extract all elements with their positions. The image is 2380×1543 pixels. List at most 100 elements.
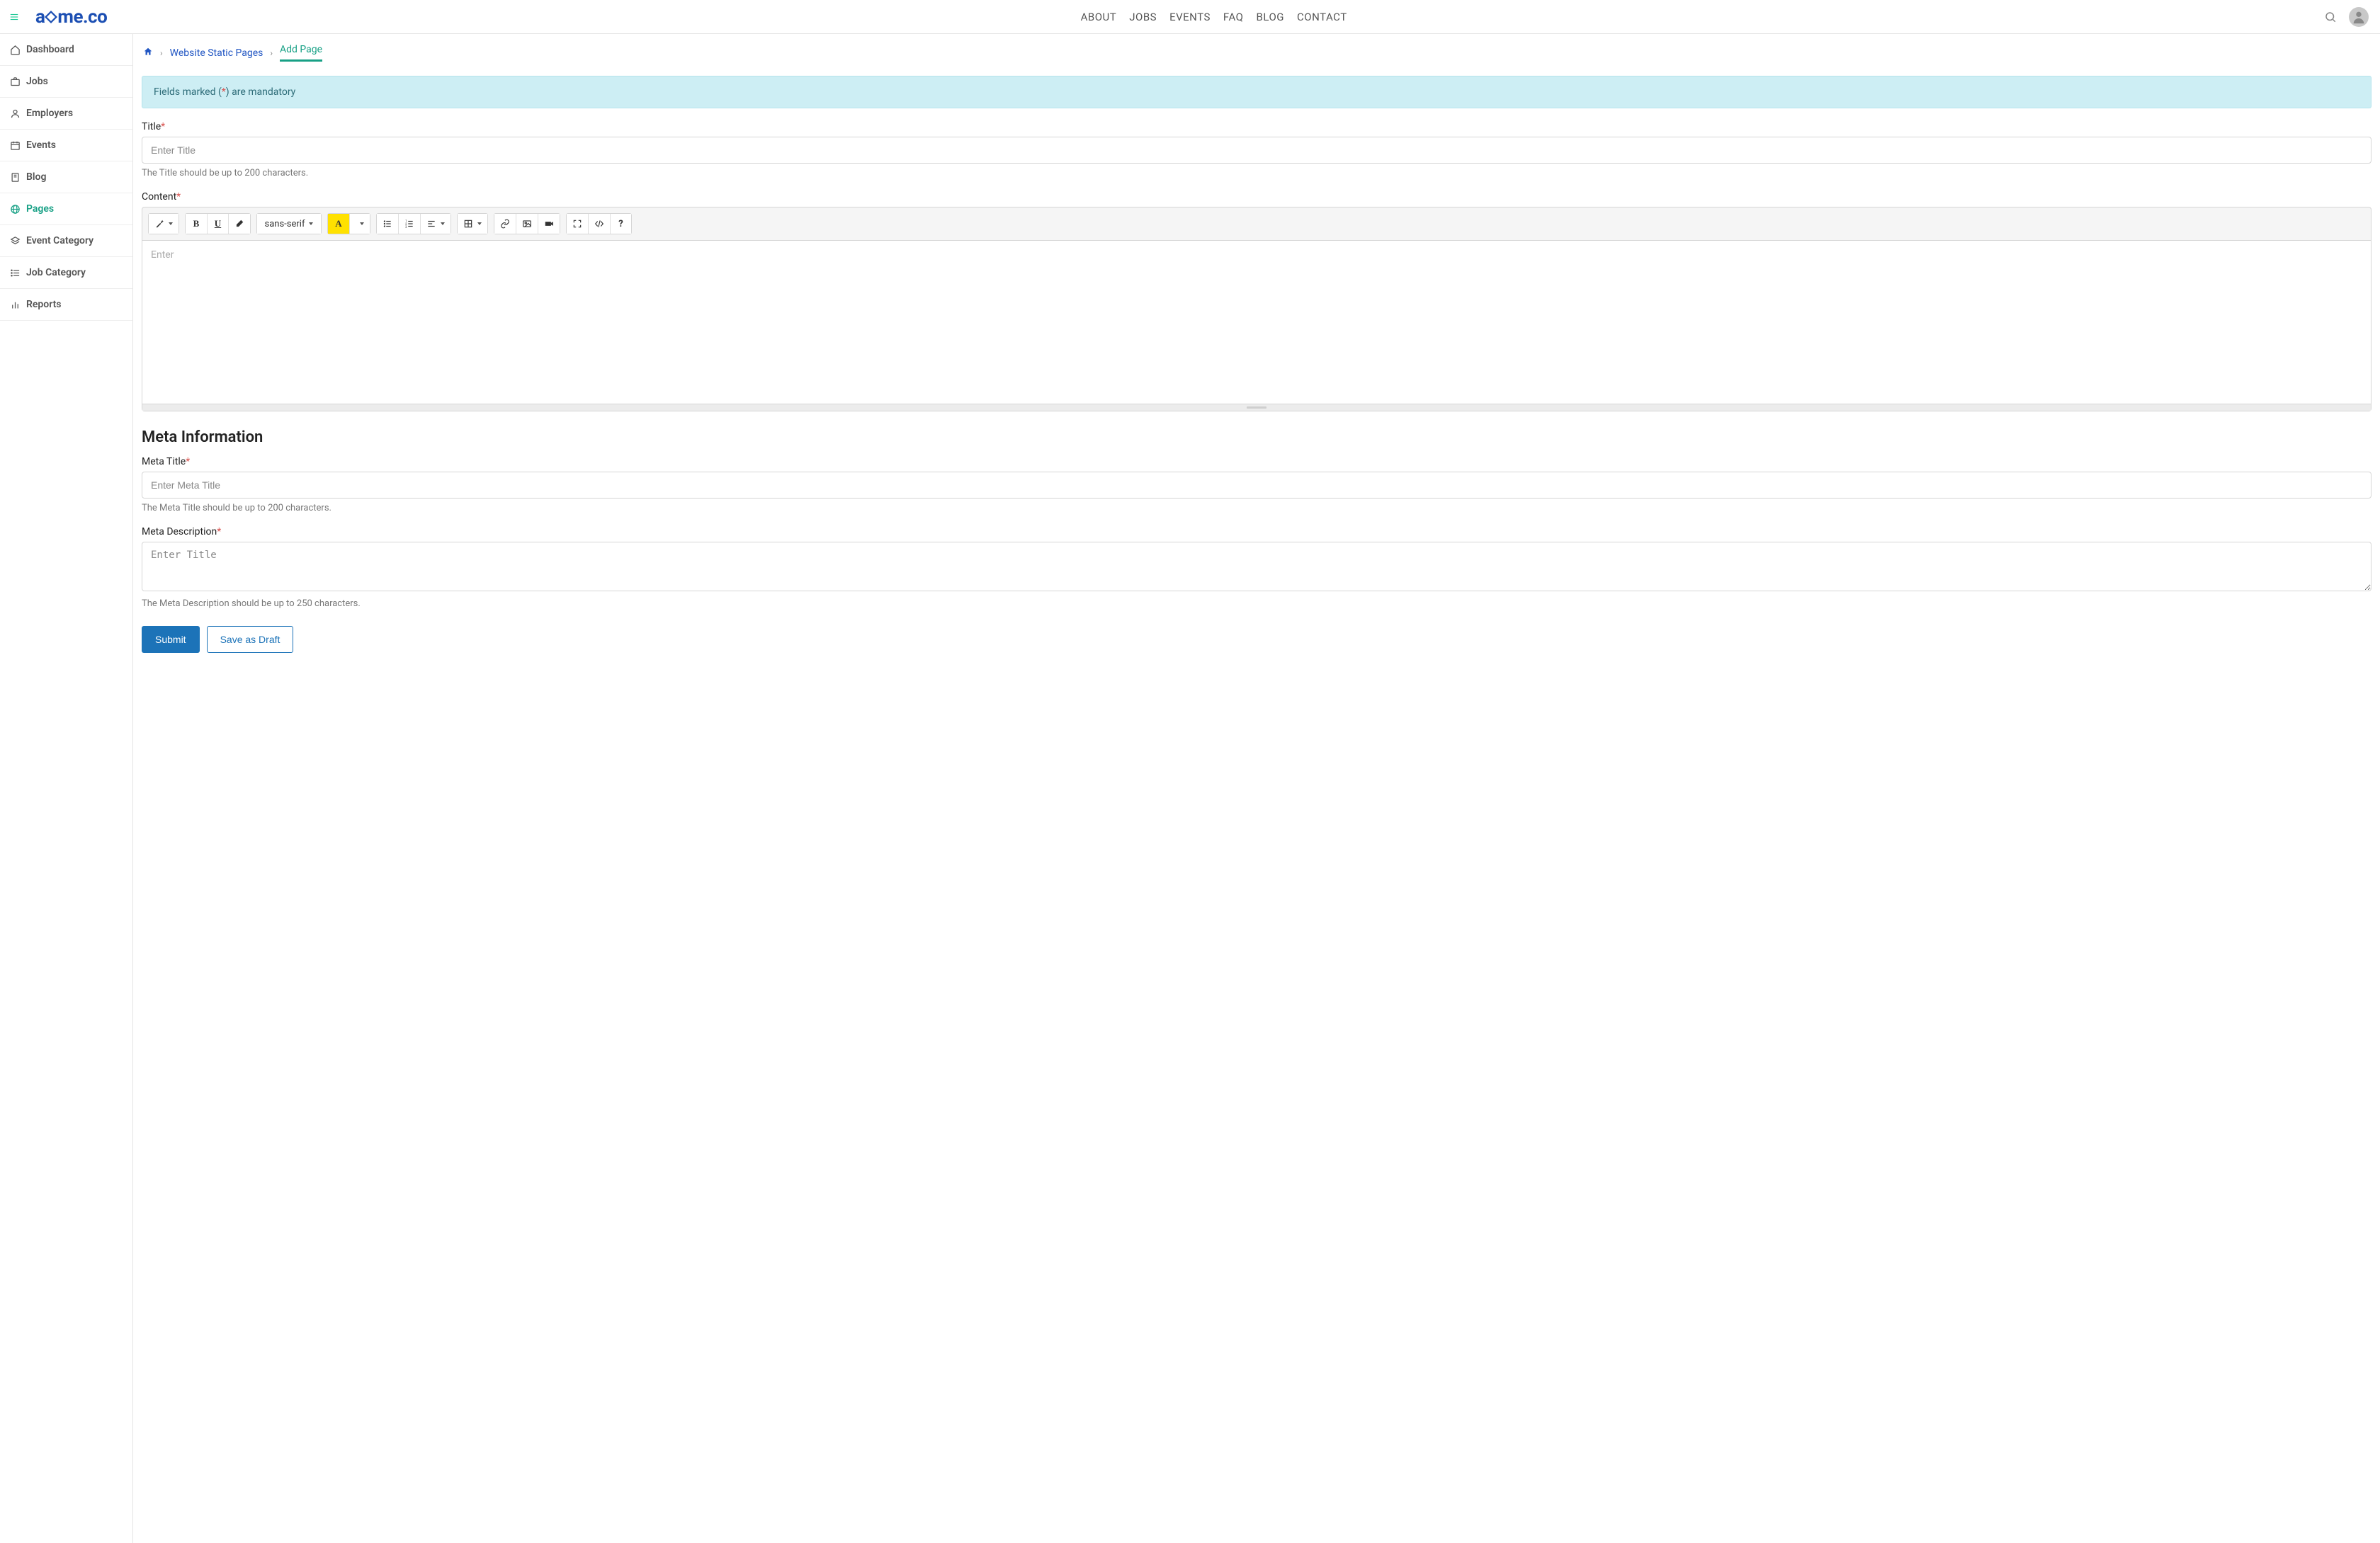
font-color-icon: A [335,218,341,229]
sidebar-item-label: Reports [26,299,62,310]
editor-style-button[interactable] [149,214,178,234]
title-input[interactable] [142,137,2372,164]
editor-link-button[interactable] [494,214,516,234]
required-star: * [186,456,190,467]
nav-events[interactable]: EVENTS [1169,11,1211,23]
required-star: * [176,191,181,203]
home-icon [143,47,153,57]
book-icon [10,172,21,183]
logo-text-left: a [35,6,45,28]
sidebar-item-employers[interactable]: Employers [0,98,132,130]
home-icon [10,45,21,55]
search-icon [2324,11,2337,23]
breadcrumb-link-static-pages[interactable]: Website Static Pages [170,47,264,59]
list-ol-icon: 123 [404,219,414,229]
meta-desc-label: Meta Description* [142,526,2372,537]
user-icon [2351,9,2367,25]
sidebar-item-jobs[interactable]: Jobs [0,66,132,98]
editor-codeview-button[interactable] [588,214,610,234]
chevron-right-icon: › [270,48,273,58]
help-icon: ? [618,219,623,229]
bar-chart-icon [10,300,21,310]
topbar-right [2320,7,2369,27]
hamburger-icon [9,12,19,22]
globe-icon [10,204,21,215]
action-buttons: Submit Save as Draft [142,626,2372,653]
nav-faq[interactable]: FAQ [1223,11,1244,23]
sidebar-item-dashboard[interactable]: Dashboard [0,34,132,66]
required-star: * [217,526,221,537]
content-group: Content* B U [142,191,2372,411]
alert-text-before: Fields marked ( [154,86,222,98]
sidebar-item-pages[interactable]: Pages [0,193,132,225]
editor-video-button[interactable] [538,214,560,234]
editor-body[interactable]: Enter [142,241,2371,404]
meta-title-help: The Meta Title should be up to 200 chara… [142,503,2372,513]
user-avatar[interactable] [2349,7,2369,27]
logo-text-right: me.co [57,6,107,28]
logo[interactable]: a me.co [28,6,107,28]
menu-toggle-button[interactable] [0,0,28,34]
required-star: * [161,121,165,132]
editor-underline-button[interactable]: U [207,214,228,234]
nav-contact[interactable]: CONTACT [1297,11,1347,23]
content-editor: B U sans-serif A [142,207,2372,411]
layers-icon [10,236,21,246]
search-button[interactable] [2320,7,2340,27]
sidebar-item-label: Job Category [26,267,86,278]
meta-title-label-text: Meta Title [142,456,186,467]
briefcase-icon [10,76,21,87]
editor-resize-handle[interactable] [142,404,2371,411]
topbar: a me.co ABOUT JOBS EVENTS FAQ BLOG CONTA… [0,0,2380,34]
meta-desc-help: The Meta Description should be up to 250… [142,598,2372,609]
breadcrumb: › Website Static Pages › Add Page [142,41,2372,66]
editor-font-color-caret[interactable] [349,214,370,234]
save-draft-button[interactable]: Save as Draft [207,626,294,653]
nav-jobs[interactable]: JOBS [1129,11,1157,23]
editor-help-button[interactable]: ? [610,214,631,234]
sidebar-item-label: Blog [26,171,46,183]
meta-title-group: Meta Title* The Meta Title should be up … [142,456,2372,513]
editor-font-select[interactable]: sans-serif [257,214,321,234]
calendar-icon [10,140,21,151]
sidebar-item-blog[interactable]: Blog [0,161,132,193]
editor-image-button[interactable] [516,214,538,234]
editor-clear-format-button[interactable] [228,214,250,234]
editor-toolbar: B U sans-serif A [142,207,2371,241]
content-label: Content* [142,191,2372,203]
video-icon [544,219,554,229]
meta-desc-input[interactable] [142,542,2372,591]
breadcrumb-home[interactable] [143,47,153,59]
editor-paragraph-button[interactable] [420,214,450,234]
alert-text-after: ) are mandatory [226,86,296,98]
underline-icon: U [215,218,221,229]
nav-blog[interactable]: BLOG [1257,11,1285,23]
editor-unordered-list-button[interactable] [377,214,398,234]
editor-bold-button[interactable]: B [186,214,207,234]
sidebar-item-reports[interactable]: Reports [0,289,132,321]
editor-font-color-button[interactable]: A [328,214,349,234]
meta-title-input[interactable] [142,472,2372,499]
logo-diamond-icon [44,10,58,24]
editor-table-button[interactable] [458,214,487,234]
submit-button[interactable]: Submit [142,626,200,653]
sidebar-item-label: Employers [26,108,73,119]
sidebar-item-events[interactable]: Events [0,130,132,161]
sidebar-item-job-category[interactable]: Job Category [0,257,132,289]
list-icon [10,268,21,278]
sidebar-item-label: Events [26,140,56,151]
table-icon [463,219,473,229]
sidebar-item-event-category[interactable]: Event Category [0,225,132,257]
list-ul-icon [382,219,392,229]
title-label: Title* [142,121,2372,132]
breadcrumb-current: Add Page [280,44,322,62]
editor-ordered-list-button[interactable]: 123 [398,214,420,234]
magic-icon [154,219,164,229]
title-label-text: Title [142,121,161,132]
svg-text:3: 3 [405,225,407,229]
meta-desc-label-text: Meta Description [142,526,217,537]
nav-about[interactable]: ABOUT [1081,11,1117,23]
editor-fullscreen-button[interactable] [567,214,588,234]
chevron-right-icon: › [160,48,163,58]
mandatory-fields-alert: Fields marked (*) are mandatory [142,76,2372,108]
